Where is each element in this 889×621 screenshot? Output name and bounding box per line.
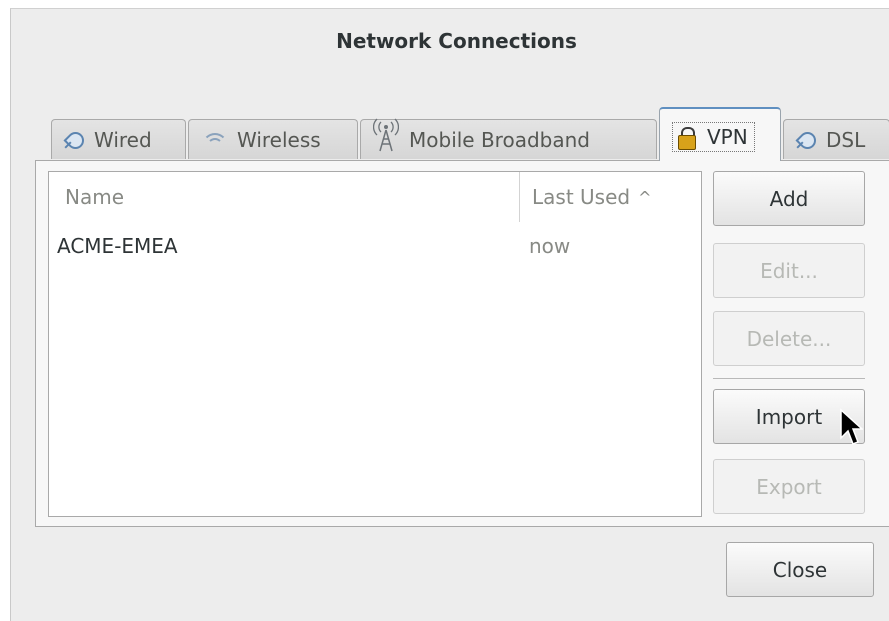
table-row[interactable]: ACME-EMEA now	[49, 234, 701, 270]
vpn-tab-page: Name Last Used ^ ACME-EMEA now Add Edit.…	[35, 160, 889, 527]
close-button[interactable]: Close	[726, 542, 874, 597]
button-separator	[713, 378, 865, 379]
window-title: Network Connections	[336, 29, 577, 53]
add-button[interactable]: Add	[713, 171, 865, 226]
tab-wired-label: Wired	[94, 127, 152, 152]
wired-icon	[64, 130, 84, 150]
mouse-pointer-icon	[840, 408, 863, 445]
tab-dsl-label: DSL	[826, 127, 866, 152]
tab-wireless-label: Wireless	[237, 127, 321, 152]
connection-name: ACME-EMEA	[57, 234, 178, 258]
tab-mobile-broadband-label: Mobile Broadband	[409, 127, 590, 152]
title-bar[interactable]: Network Connections	[11, 9, 889, 77]
tab-dsl[interactable]: DSL	[783, 119, 889, 159]
column-last-used-label: Last Used	[532, 185, 631, 209]
connection-last-used: now	[529, 234, 571, 258]
column-name-label: Name	[65, 185, 125, 209]
delete-button[interactable]: Delete...	[713, 311, 865, 366]
tab-wireless[interactable]: Wireless	[188, 119, 358, 159]
wireless-icon	[201, 130, 228, 150]
network-connections-dialog: Network Connections Wired Wireless Mobil…	[10, 8, 889, 621]
tab-wired[interactable]: Wired	[51, 119, 186, 159]
tab-vpn-label: VPN	[707, 125, 748, 149]
tab-strip: Wired Wireless Mobile Broadband VPN DSL	[51, 107, 889, 161]
tab-mobile-broadband[interactable]: Mobile Broadband	[360, 118, 657, 159]
edit-button[interactable]: Edit...	[713, 243, 865, 298]
dsl-icon	[796, 130, 816, 150]
column-header-name[interactable]: Name	[49, 172, 519, 222]
tab-vpn[interactable]: VPN	[659, 107, 781, 161]
lock-icon	[677, 127, 697, 150]
mobile-broadband-icon	[372, 118, 400, 152]
column-header-last-used[interactable]: Last Used ^	[519, 172, 703, 222]
export-button[interactable]: Export	[713, 459, 865, 514]
connections-list[interactable]: Name Last Used ^ ACME-EMEA now	[48, 171, 702, 517]
sort-ascending-icon: ^	[638, 187, 652, 207]
tab-focus-ring: VPN	[672, 122, 755, 152]
